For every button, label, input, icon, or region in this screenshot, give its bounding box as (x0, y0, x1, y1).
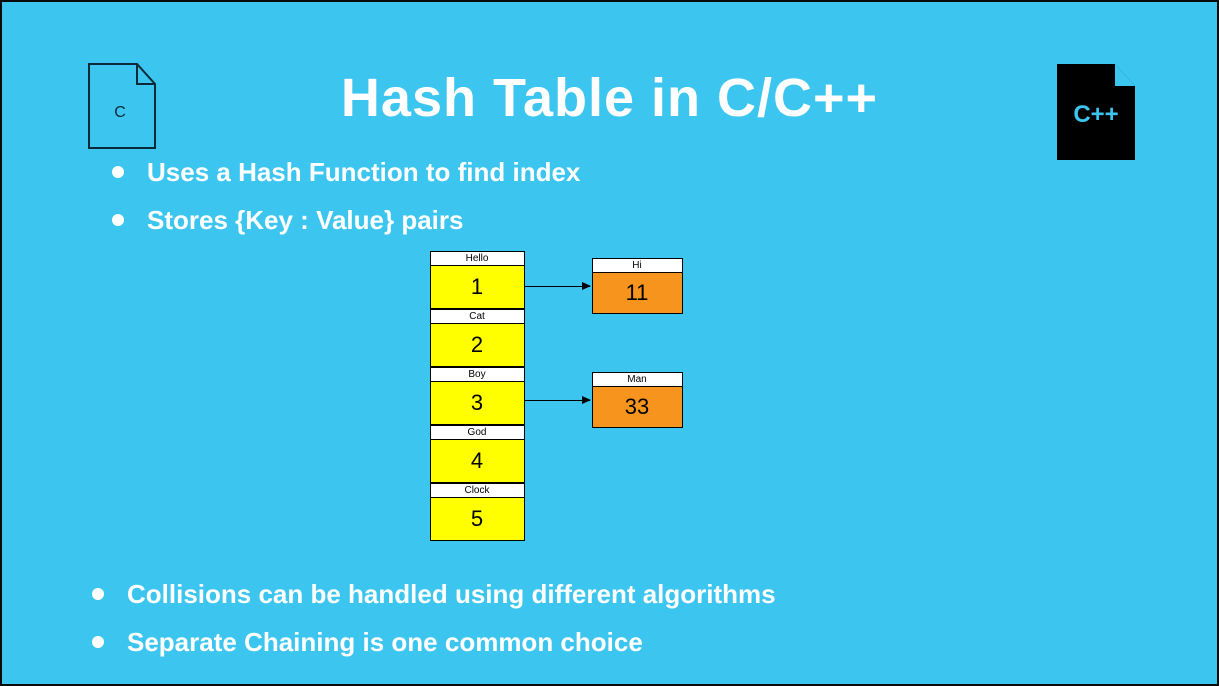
chain-arrow (525, 400, 590, 401)
bullet-item: Stores {Key : Value} pairs (112, 202, 1217, 238)
hash-cell: Cat 2 (430, 309, 525, 367)
hash-key: God (431, 426, 524, 440)
bullet-list-bottom: Collisions can be handled using differen… (92, 576, 1217, 661)
c-file-label: C (114, 104, 126, 121)
hash-key: Man (593, 373, 682, 387)
bullet-item: Uses a Hash Function to find index (112, 154, 1217, 190)
hash-chain-cell: Man 33 (592, 372, 683, 428)
hash-value: 11 (593, 273, 682, 313)
page-title: Hash Table in C/C++ (2, 67, 1217, 129)
chain-arrow (525, 286, 590, 287)
hash-value: 4 (431, 440, 524, 482)
hash-table-diagram: Hello 1 Cat 2 Boy 3 God 4 Clock 5 Hi 11 … (430, 251, 790, 561)
hash-cell: God 4 (430, 425, 525, 483)
hash-value: 33 (593, 387, 682, 427)
hash-value: 3 (431, 382, 524, 424)
cpp-file-icon: C++ (1055, 62, 1137, 162)
hash-chain-cell: Hi 11 (592, 258, 683, 314)
hash-value: 5 (431, 498, 524, 540)
hash-value: 2 (431, 324, 524, 366)
hash-value: 1 (431, 266, 524, 308)
hash-key: Cat (431, 310, 524, 324)
hash-main-column: Hello 1 Cat 2 Boy 3 God 4 Clock 5 (430, 251, 525, 541)
cpp-file-label: C++ (1073, 101, 1118, 128)
bullet-item: Collisions can be handled using differen… (92, 576, 1217, 612)
c-file-icon: C (87, 62, 157, 150)
hash-key: Boy (431, 368, 524, 382)
bullet-item: Separate Chaining is one common choice (92, 624, 1217, 660)
hash-cell: Clock 5 (430, 483, 525, 541)
hash-key: Hello (431, 252, 524, 266)
hash-key: Clock (431, 484, 524, 498)
hash-key: Hi (593, 259, 682, 273)
hash-cell: Boy 3 (430, 367, 525, 425)
bullet-list-top: Uses a Hash Function to find index Store… (112, 154, 1217, 239)
hash-cell: Hello 1 (430, 251, 525, 309)
